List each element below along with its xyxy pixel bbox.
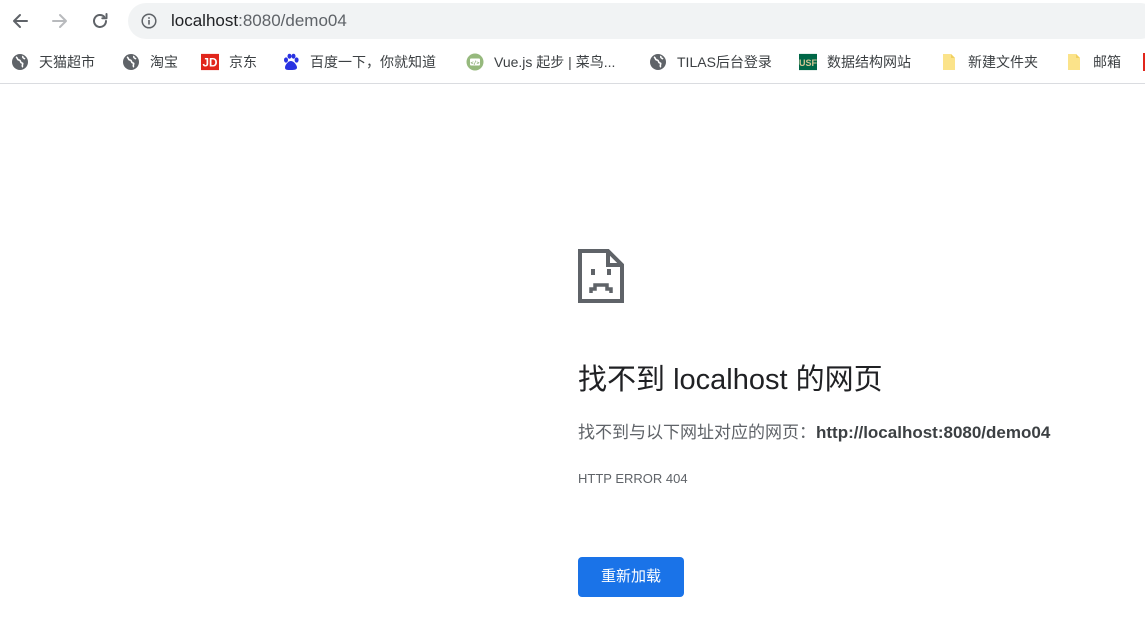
- arrow-left-icon: [13, 14, 28, 28]
- svg-text:</>: </>: [470, 60, 479, 66]
- url-path: :8080/demo04: [238, 11, 347, 30]
- info-icon[interactable]: [141, 13, 157, 29]
- url-text[interactable]: localhost:8080/demo04: [171, 3, 347, 39]
- folder-icon: [1065, 53, 1083, 71]
- folder-icon: [940, 53, 958, 71]
- globe-icon: [649, 53, 667, 71]
- error-description-prefix: 找不到与以下网址对应的网页：: [578, 423, 816, 442]
- svg-text:USF: USF: [799, 58, 817, 68]
- jd-logo-icon: JD: [201, 53, 219, 71]
- bookmark-label: 百度一下，你就知道: [310, 54, 436, 70]
- bookmark-taobao[interactable]: 淘宝: [122, 51, 178, 73]
- globe-icon: [11, 53, 29, 71]
- bookmark-label: 京东: [229, 54, 257, 70]
- bookmark-label: 淘宝: [150, 54, 178, 70]
- back-button[interactable]: [6, 7, 34, 35]
- bookmark-data-structures[interactable]: USF 数据结构网站: [799, 51, 911, 73]
- bookmark-label: 邮箱: [1093, 54, 1121, 70]
- address-bar[interactable]: localhost:8080/demo04: [128, 3, 1145, 39]
- bookmark-folder-new[interactable]: 新建文件夹: [940, 51, 1038, 73]
- url-host: localhost: [171, 11, 239, 30]
- sad-page-icon: [578, 249, 624, 303]
- globe-icon: [122, 53, 140, 71]
- bookmark-vue-runoob[interactable]: </> Vue.js 起步 | 菜鸟...: [466, 51, 615, 73]
- reload-button[interactable]: 重新加载: [578, 557, 684, 597]
- error-code: HTTP ERROR 404: [578, 471, 688, 486]
- bookmark-tilas-admin[interactable]: TILAS后台登录: [649, 51, 772, 73]
- error-title-host: localhost: [673, 364, 788, 396]
- bookmark-tmall-supermarket[interactable]: 天猫超市: [11, 51, 95, 73]
- browser-toolbar: localhost:8080/demo04: [0, 0, 1145, 42]
- reload-page-button[interactable]: [86, 7, 114, 35]
- bookmark-jd[interactable]: JD 京东: [201, 51, 257, 73]
- forward-button[interactable]: [46, 7, 74, 35]
- bookmark-label: Vue.js 起步 | 菜鸟...: [494, 54, 616, 70]
- bookmark-label: TILAS后台登录: [677, 54, 772, 70]
- error-description: 找不到与以下网址对应的网页：http://localhost:8080/demo…: [578, 420, 1050, 446]
- refresh-icon: [93, 13, 108, 28]
- runoob-icon: </>: [466, 53, 484, 71]
- error-title: 找不到 localhost 的网页: [578, 358, 883, 402]
- arrow-right-icon: [52, 14, 67, 28]
- bookmark-label: 数据结构网站: [827, 54, 911, 70]
- error-title-prefix: 找不到: [578, 364, 674, 396]
- bookmarks-bar: 天猫超市 淘宝 JD 京东 百度一下，你就知道 </> Vue.js 起步 | …: [0, 42, 1145, 84]
- svg-text:JD: JD: [203, 57, 218, 70]
- usf-logo-icon: USF: [799, 53, 817, 71]
- error-url: http://localhost:8080/demo04: [816, 423, 1051, 442]
- error-title-suffix: 的网页: [787, 364, 883, 396]
- bookmark-label: 天猫超市: [39, 54, 95, 70]
- bookmark-folder-mail[interactable]: 邮箱: [1065, 51, 1121, 73]
- bookmark-baidu[interactable]: 百度一下，你就知道: [282, 51, 436, 73]
- bookmark-label: 新建文件夹: [968, 54, 1038, 70]
- baidu-paw-icon: [282, 53, 300, 71]
